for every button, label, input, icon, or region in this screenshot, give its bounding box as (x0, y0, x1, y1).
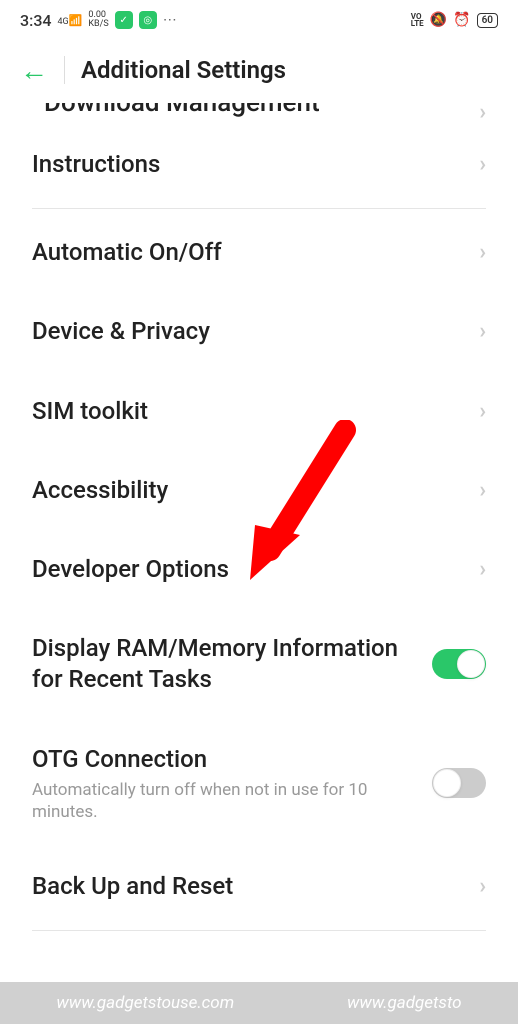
item-label: OTG Connection (32, 744, 432, 775)
list-item-download-management[interactable]: Download Management › (20, 100, 498, 125)
item-label: Automatic On/Off (32, 237, 479, 268)
toggle-display-ram[interactable] (432, 649, 486, 679)
signal-icon: 4G📶 (58, 14, 83, 27)
list-item-instructions[interactable]: Instructions › (20, 125, 498, 204)
alarm-icon: ⏰ (453, 12, 470, 28)
item-label: Device & Privacy (32, 316, 479, 347)
mute-icon: 🔕 (430, 12, 447, 28)
status-bar: 3:34 4G📶 0.00 KB/S ✓ ◎ ⋯ VOLTE 🔕 ⏰ 60 (0, 0, 518, 40)
item-label: Developer Options (32, 554, 479, 585)
section-divider (32, 208, 486, 209)
watermark-text: www.gadgetsto (347, 993, 462, 1013)
item-label: Instructions (32, 149, 479, 180)
settings-list: Download Management › Instructions › Aut… (0, 100, 518, 931)
list-item-sim-toolkit[interactable]: SIM toolkit › (20, 372, 498, 451)
status-time: 3:34 (20, 11, 52, 30)
status-right: VOLTE 🔕 ⏰ 60 (411, 12, 498, 28)
chevron-right-icon: › (479, 874, 486, 899)
list-item-automatic-onoff[interactable]: Automatic On/Off › (20, 213, 498, 292)
list-item-otg-connection[interactable]: OTG Connection Automatically turn off wh… (20, 720, 498, 847)
chevron-right-icon: › (479, 557, 486, 582)
app-icon-2: ◎ (139, 11, 157, 29)
item-sublabel: Automatically turn off when not in use f… (32, 779, 432, 823)
more-icon: ⋯ (163, 12, 177, 28)
list-item-device-privacy[interactable]: Device & Privacy › (20, 292, 498, 371)
list-item-developer-options[interactable]: Developer Options › (20, 530, 498, 609)
header: ← Additional Settings (0, 40, 518, 100)
network-speed: 0.00 KB/S (88, 11, 108, 29)
toggle-knob (457, 650, 485, 678)
chevron-right-icon: › (479, 319, 486, 344)
app-icon-1: ✓ (115, 11, 133, 29)
section-divider (32, 930, 486, 931)
chevron-right-icon: › (479, 478, 486, 503)
watermark: www.gadgetstouse.com www.gadgetsto (0, 982, 518, 1024)
chevron-right-icon: › (479, 152, 486, 177)
item-label: Accessibility (32, 475, 479, 506)
toggle-otg[interactable] (432, 768, 486, 798)
volte-icon: VOLTE (411, 13, 424, 27)
item-label: Display RAM/Memory Information for Recen… (32, 633, 432, 695)
chevron-right-icon: › (479, 240, 486, 265)
item-label: SIM toolkit (32, 396, 479, 427)
list-item-backup-reset[interactable]: Back Up and Reset › (20, 847, 498, 926)
list-item-display-ram[interactable]: Display RAM/Memory Information for Recen… (20, 609, 498, 719)
status-left: 3:34 4G📶 0.00 KB/S ✓ ◎ ⋯ (20, 11, 177, 30)
item-label: Download Management (32, 103, 332, 125)
chevron-right-icon: › (479, 399, 486, 424)
toggle-knob (433, 769, 461, 797)
item-label: Back Up and Reset (32, 871, 479, 902)
back-arrow-icon[interactable]: ← (20, 54, 48, 87)
list-item-accessibility[interactable]: Accessibility › (20, 451, 498, 530)
page-title: Additional Settings (81, 56, 286, 84)
chevron-right-icon: › (479, 100, 486, 125)
header-divider (64, 56, 65, 84)
watermark-text: www.gadgetstouse.com (56, 993, 234, 1013)
battery-icon: 60 (477, 13, 498, 28)
